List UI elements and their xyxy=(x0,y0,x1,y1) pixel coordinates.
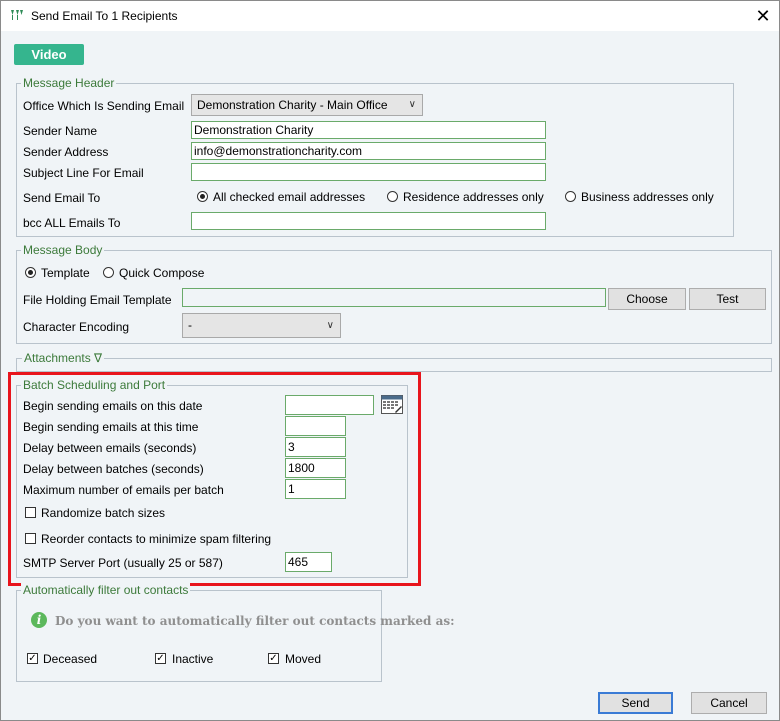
radio-quick-compose-label: Quick Compose xyxy=(119,266,205,280)
template-file-label: File Holding Email Template xyxy=(23,293,172,307)
app-logo-icon xyxy=(11,10,23,20)
close-icon[interactable]: ✕ xyxy=(751,4,775,28)
choose-button[interactable]: Choose xyxy=(608,288,686,310)
message-header-legend: Message Header xyxy=(21,76,117,90)
office-select-value: Demonstration Charity - Main Office xyxy=(197,98,388,112)
attachments-toggle[interactable]: Attachments ∇ xyxy=(22,351,105,365)
office-select[interactable]: Demonstration Charity - Main Office ∨ xyxy=(191,94,423,116)
send-to-label: Send Email To xyxy=(23,191,101,205)
radio-all-addresses[interactable] xyxy=(197,191,208,202)
send-button[interactable]: Send xyxy=(598,692,673,714)
deceased-label: Deceased xyxy=(43,652,98,666)
radio-quick-compose[interactable] xyxy=(103,267,114,278)
subject-label: Subject Line For Email xyxy=(23,166,144,180)
message-body-legend: Message Body xyxy=(21,243,105,257)
moved-label: Moved xyxy=(285,652,322,666)
deceased-checkbox[interactable]: ✓ xyxy=(27,653,38,664)
radio-residence-addresses-label: Residence addresses only xyxy=(403,190,544,204)
attachments-collapsed-group xyxy=(16,358,772,372)
sender-name-label: Sender Name xyxy=(23,124,98,138)
auto-filter-group xyxy=(16,590,382,682)
send-email-dialog: Send Email To 1 Recipients ✕ Video Messa… xyxy=(0,0,780,721)
encoding-label: Character Encoding xyxy=(23,320,130,334)
radio-residence-addresses[interactable] xyxy=(387,191,398,202)
template-file-field[interactable] xyxy=(182,288,606,307)
sender-address-field[interactable]: info@demonstrationcharity.com xyxy=(191,142,546,160)
window-title: Send Email To 1 Recipients xyxy=(31,9,178,23)
subject-field[interactable] xyxy=(191,163,546,181)
sender-address-label: Sender Address xyxy=(23,145,109,159)
office-label: Office Which Is Sending Email xyxy=(23,99,185,113)
bcc-field[interactable] xyxy=(191,212,546,230)
encoding-select-value: - xyxy=(188,318,192,332)
highlight-box xyxy=(8,372,421,586)
radio-business-addresses[interactable] xyxy=(565,191,576,202)
sender-name-field[interactable]: Demonstration Charity xyxy=(191,121,546,139)
chevron-down-icon: ∨ xyxy=(408,99,416,110)
auto-filter-question: Do you want to automatically filter out … xyxy=(55,614,455,628)
title-bar: Send Email To 1 Recipients ✕ xyxy=(1,1,779,31)
auto-filter-legend: Automatically filter out contacts xyxy=(21,583,191,597)
radio-all-addresses-label: All checked email addresses xyxy=(213,190,366,204)
chevron-down-icon: ∨ xyxy=(326,320,334,331)
video-button[interactable]: Video xyxy=(14,44,84,65)
inactive-label: Inactive xyxy=(172,652,214,666)
radio-business-addresses-label: Business addresses only xyxy=(581,190,714,204)
radio-template-label: Template xyxy=(41,266,90,280)
cancel-button[interactable]: Cancel xyxy=(691,692,767,714)
encoding-select[interactable]: - ∨ xyxy=(182,313,341,338)
inactive-checkbox[interactable]: ✓ xyxy=(155,653,166,664)
test-button[interactable]: Test xyxy=(689,288,766,310)
moved-checkbox[interactable]: ✓ xyxy=(268,653,279,664)
bcc-label: bcc ALL Emails To xyxy=(23,216,121,230)
radio-template[interactable] xyxy=(25,267,36,278)
info-icon: i xyxy=(31,612,47,628)
